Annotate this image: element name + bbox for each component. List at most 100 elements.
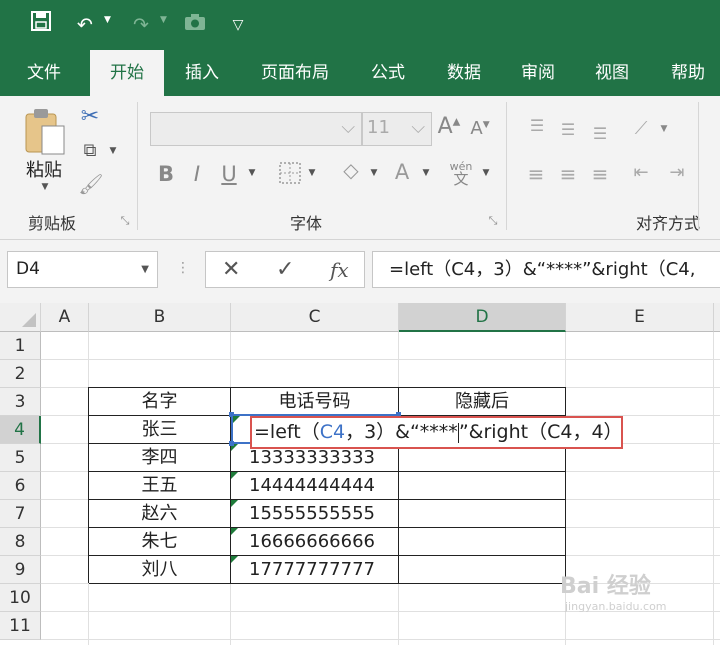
phonetic-dropdown-icon[interactable]: ▼ xyxy=(480,168,492,178)
italic-icon[interactable]: I xyxy=(186,162,208,186)
column-header-c[interactable]: C xyxy=(231,303,399,332)
undo-dropdown-icon[interactable]: ▼ xyxy=(104,15,111,25)
error-indicator-icon xyxy=(231,556,238,563)
column-header-b[interactable]: B xyxy=(89,303,231,332)
font-color-dropdown-icon[interactable]: ▼ xyxy=(420,168,432,178)
name-cell[interactable]: 王五 xyxy=(89,472,231,500)
border-icon[interactable] xyxy=(278,162,302,186)
row-header-7[interactable]: 7 xyxy=(0,500,41,528)
camera-icon[interactable] xyxy=(182,11,208,39)
clipboard-launcher-icon[interactable]: ⤡ xyxy=(118,214,132,228)
paste-icon[interactable] xyxy=(22,106,68,156)
cut-icon[interactable]: ✂ xyxy=(76,104,104,129)
column-header-f[interactable] xyxy=(714,303,720,332)
row-header-3[interactable]: 3 xyxy=(0,388,41,416)
tab-view[interactable]: 视图 xyxy=(580,50,644,96)
header-phone[interactable]: 电话号码 xyxy=(231,388,399,416)
font-launcher-icon[interactable]: ⤡ xyxy=(486,214,500,228)
name-cell[interactable]: 李四 xyxy=(89,444,231,472)
name-box-value: D4 xyxy=(16,259,40,279)
paste-label[interactable]: 粘贴 xyxy=(18,156,70,182)
hidden-cell[interactable] xyxy=(399,556,566,584)
font-name-combo[interactable]: ⌵ xyxy=(150,112,362,146)
fill-dropdown-icon[interactable]: ▼ xyxy=(368,168,380,178)
increase-indent-icon[interactable]: ⇥ xyxy=(664,162,690,183)
phone-cell[interactable]: 17777777777 xyxy=(231,556,399,584)
hidden-cell[interactable] xyxy=(399,500,566,528)
border-dropdown-icon[interactable]: ▼ xyxy=(306,168,318,178)
row-header-6[interactable]: 6 xyxy=(0,472,41,500)
enter-icon[interactable]: ✓ xyxy=(276,254,294,286)
edit-part-3: ”&right（C4，4） xyxy=(458,421,623,443)
tab-home[interactable]: 开始 xyxy=(90,50,164,96)
row-header-2[interactable]: 2 xyxy=(0,360,41,388)
copy-icon[interactable]: ⧉ xyxy=(78,140,102,161)
tab-file[interactable]: 文件 xyxy=(8,50,80,96)
fill-color-icon[interactable]: ◇ xyxy=(338,158,364,182)
header-name[interactable]: 名字 xyxy=(89,388,231,416)
row-header-11[interactable]: 11 xyxy=(0,612,41,640)
formula-input[interactable]: =left（C4，3）&“****”&right（C4, xyxy=(372,251,720,288)
paste-dropdown-icon[interactable]: ▼ xyxy=(38,182,52,192)
redo-dropdown-icon[interactable]: ▼ xyxy=(160,15,167,25)
hidden-cell[interactable] xyxy=(399,528,566,556)
phone-value: 16666666666 xyxy=(249,531,375,552)
phone-cell[interactable]: 16666666666 xyxy=(231,528,399,556)
hidden-cell[interactable] xyxy=(399,472,566,500)
name-cell[interactable]: 朱七 xyxy=(89,528,231,556)
grow-font-icon[interactable]: A▲ xyxy=(436,114,462,139)
name-cell[interactable]: 刘八 xyxy=(89,556,231,584)
align-right-icon[interactable]: ≡ xyxy=(588,162,612,186)
decrease-indent-icon[interactable]: ⇤ xyxy=(628,162,654,183)
save-icon[interactable] xyxy=(30,11,52,39)
tab-formulas[interactable]: 公式 xyxy=(356,50,420,96)
column-header-e[interactable]: E xyxy=(566,303,714,332)
column-header-d[interactable]: D xyxy=(399,303,566,332)
format-painter-icon[interactable]: 🖌 xyxy=(78,172,104,196)
cell-editor[interactable]: =left（C4，3）&“****”&right（C4，4） xyxy=(250,416,623,449)
tab-data[interactable]: 数据 xyxy=(432,50,496,96)
cancel-icon[interactable]: ✕ xyxy=(222,254,240,286)
copy-dropdown-icon[interactable]: ▼ xyxy=(106,146,120,156)
align-center-icon[interactable]: ≡ xyxy=(556,162,580,186)
name-cell[interactable]: 赵六 xyxy=(89,500,231,528)
column-header-a[interactable]: A xyxy=(41,303,89,332)
select-all-corner[interactable] xyxy=(0,303,41,332)
name-cell[interactable]: 张三 xyxy=(89,416,231,444)
row-header-9[interactable]: 9 xyxy=(0,556,41,584)
fx-icon[interactable]: fx xyxy=(330,254,349,286)
align-left-icon[interactable]: ≡ xyxy=(524,162,548,186)
drag-handle-icon[interactable]: ⋮ xyxy=(176,260,190,276)
phone-cell[interactable]: 15555555555 xyxy=(231,500,399,528)
orientation-dropdown-icon[interactable]: ▼ xyxy=(658,124,670,134)
middle-align-icon[interactable]: ☰ xyxy=(556,120,580,139)
phone-value: 17777777777 xyxy=(249,559,375,580)
top-align-icon[interactable]: ☰ xyxy=(524,116,548,135)
underline-icon[interactable]: U xyxy=(218,162,240,186)
chevron-down-icon: ▼ xyxy=(141,264,149,275)
tab-help[interactable]: 帮助 xyxy=(656,50,720,96)
phone-cell[interactable]: 14444444444 xyxy=(231,472,399,500)
header-hidden[interactable]: 隐藏后 xyxy=(399,388,566,416)
row-header-1[interactable]: 1 xyxy=(0,332,41,360)
orientation-icon[interactable]: ⟋ xyxy=(628,118,654,139)
font-color-icon[interactable]: A xyxy=(390,160,414,184)
shrink-font-icon[interactable]: A▼ xyxy=(468,118,492,139)
bold-icon[interactable]: B xyxy=(154,162,178,186)
watermark-url: jingyan.baidu.com xyxy=(565,600,667,613)
row-header-4[interactable]: 4 xyxy=(0,416,41,444)
tab-review[interactable]: 审阅 xyxy=(506,50,570,96)
phonetic-icon[interactable]: wén 文 xyxy=(448,160,474,187)
bottom-align-icon[interactable]: ☰ xyxy=(588,124,612,143)
name-box[interactable]: D4 ▼ xyxy=(7,251,158,288)
tab-insert[interactable]: 插入 xyxy=(170,50,234,96)
row-header-5[interactable]: 5 xyxy=(0,444,41,472)
redo-icon[interactable]: ↷ xyxy=(128,11,154,39)
undo-icon[interactable]: ↶ xyxy=(72,11,98,39)
font-size-combo[interactable]: 11 ⌵ xyxy=(362,112,432,146)
row-header-10[interactable]: 10 xyxy=(0,584,41,612)
row-header-8[interactable]: 8 xyxy=(0,528,41,556)
customize-icon[interactable]: ▽ xyxy=(228,11,248,39)
underline-dropdown-icon[interactable]: ▼ xyxy=(246,168,258,178)
tab-page-layout[interactable]: 页面布局 xyxy=(246,50,344,96)
